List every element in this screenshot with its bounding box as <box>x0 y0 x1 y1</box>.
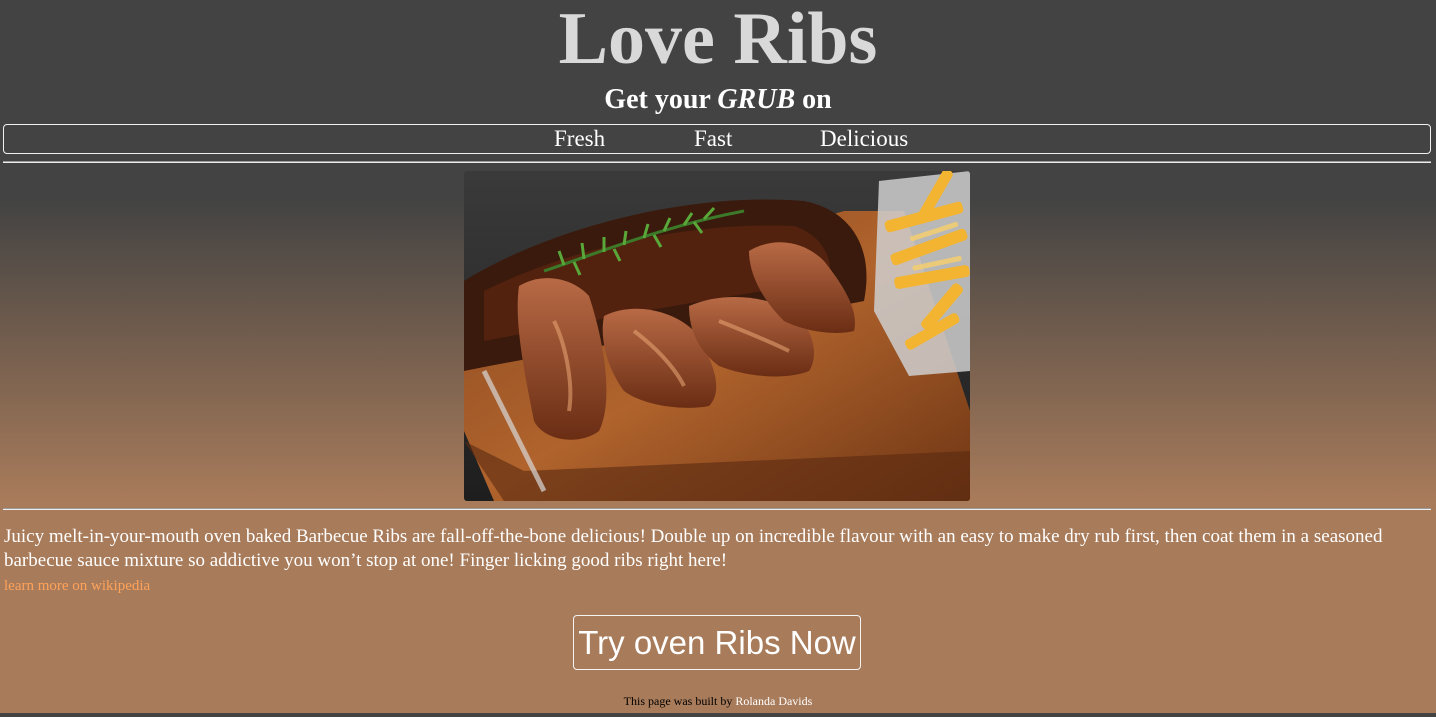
hero-image <box>464 171 970 501</box>
nav-bar: Fresh Fast Delicious <box>3 124 1431 154</box>
description-text: Juicy melt-in-your-mouth oven baked Barb… <box>4 526 1383 571</box>
subtitle-emphasis: GRUB <box>717 84 796 115</box>
footer-text: This page was built by <box>623 694 736 708</box>
subtitle-suffix: on <box>795 84 832 115</box>
bottom-strip <box>0 713 1436 717</box>
ribs-photo-icon <box>464 171 970 501</box>
try-ribs-button[interactable]: Try oven Ribs Now <box>573 615 861 670</box>
page-subtitle: Get your GRUB on <box>0 84 1436 116</box>
nav-link-delicious[interactable]: Delicious <box>820 125 908 153</box>
subtitle-prefix: Get your <box>604 84 718 115</box>
divider-bottom <box>3 508 1431 510</box>
author-link[interactable]: Rolanda Davids <box>735 694 812 708</box>
nav-link-fast[interactable]: Fast <box>694 125 732 153</box>
page-title: Love Ribs <box>558 0 878 80</box>
divider-top <box>3 161 1431 163</box>
footer: This page was built by Rolanda Davids <box>0 693 1436 709</box>
nav-link-fresh[interactable]: Fresh <box>554 125 605 153</box>
wikipedia-link[interactable]: learn more on wikipedia <box>4 577 150 595</box>
